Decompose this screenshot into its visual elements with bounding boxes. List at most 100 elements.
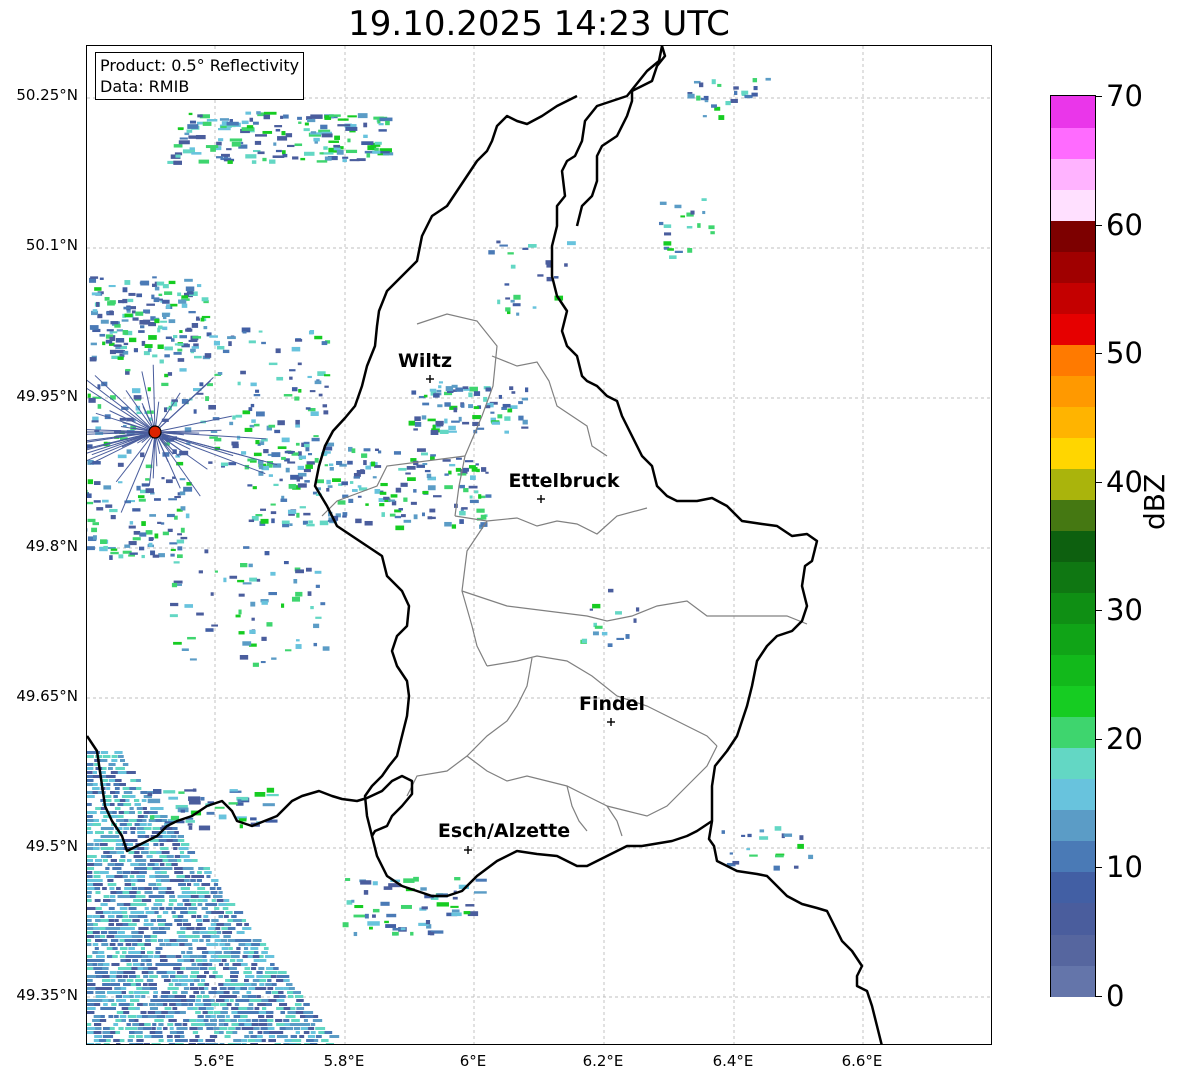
- echo-cell: [749, 854, 758, 857]
- echo-cell: [199, 875, 205, 878]
- echo-cell: [128, 907, 137, 910]
- echo-cell: [263, 947, 269, 950]
- echo-cell: [351, 899, 355, 903]
- echo-cell: [353, 476, 360, 479]
- echo-cell: [141, 521, 146, 526]
- echo-cell: [137, 831, 146, 834]
- echo-cell: [248, 1027, 254, 1030]
- echo-cell: [347, 115, 357, 118]
- echo-cell: [194, 355, 202, 359]
- echo-cell: [87, 1011, 95, 1014]
- echo-cell: [285, 1027, 294, 1030]
- echo-cell: [162, 911, 169, 914]
- echo-cell: [265, 1003, 272, 1006]
- echo-cell: [168, 498, 177, 501]
- echo-cell: [108, 767, 113, 770]
- echo-cell: [104, 296, 110, 301]
- echo-cell: [459, 510, 466, 516]
- echo-cell: [126, 1023, 131, 1026]
- echo-cell: [116, 915, 124, 918]
- echo-cell: [774, 826, 782, 831]
- echo-cell: [131, 931, 139, 934]
- echo-cell: [89, 357, 97, 362]
- echo-cell: [117, 771, 128, 774]
- echo-cell: [152, 276, 157, 279]
- echo-cell: [87, 1007, 96, 1010]
- echo-cell: [100, 751, 109, 754]
- echo-cell: [345, 126, 358, 131]
- echo-cell: [125, 959, 131, 962]
- echo-cell: [275, 128, 281, 132]
- echo-cell: [133, 349, 138, 353]
- echo-cell: [87, 967, 94, 970]
- echo-cell: [313, 1039, 319, 1042]
- echo-cell: [95, 991, 106, 994]
- echo-cell: [227, 160, 233, 164]
- echo-cell: [197, 114, 203, 118]
- echo-cell: [197, 1015, 204, 1018]
- echo-cell: [190, 971, 200, 974]
- echo-cell: [122, 995, 131, 998]
- echo-cell: [247, 995, 257, 998]
- echo-cell: [473, 391, 481, 396]
- echo-cell: [468, 485, 478, 489]
- echo-cell: [94, 1023, 102, 1026]
- echo-cell: [169, 614, 178, 618]
- echo-cell: [93, 863, 103, 866]
- echo-cell: [696, 95, 701, 101]
- echo-cell: [165, 336, 172, 340]
- echo-cell: [179, 1011, 186, 1014]
- echo-cell: [211, 1043, 219, 1044]
- echo-cell: [283, 561, 289, 565]
- echo-cell: [168, 280, 176, 285]
- echo-cell: [134, 851, 140, 854]
- echo-cell: [711, 79, 716, 85]
- echo-cell: [711, 104, 717, 108]
- y-tick-label: 50.1°N: [25, 236, 78, 254]
- echo-cell: [144, 1023, 151, 1026]
- echo-cell: [309, 330, 315, 335]
- echo-cell: [87, 875, 93, 878]
- echo-cell: [305, 567, 312, 572]
- echo-cell: [174, 919, 182, 922]
- echo-cell: [432, 424, 436, 429]
- echo-cell: [164, 923, 173, 926]
- echo-cell: [348, 498, 354, 503]
- echo-cell: [421, 906, 428, 910]
- echo-cell: [216, 991, 225, 994]
- echo-cell: [455, 467, 462, 472]
- echo-cell: [488, 250, 495, 255]
- echo-cell: [102, 1031, 111, 1034]
- echo-cell: [168, 1019, 177, 1022]
- echo-cell: [163, 407, 168, 413]
- echo-cell: [184, 278, 193, 282]
- echo-cell: [168, 995, 175, 998]
- echo-cell: [244, 979, 249, 982]
- echo-cell: [249, 117, 254, 122]
- echo-cell: [173, 334, 178, 339]
- echo-cell: [108, 919, 114, 922]
- echo-cell: [659, 201, 667, 205]
- echo-cell: [119, 947, 128, 950]
- echo-cell: [114, 863, 124, 866]
- echo-cell: [154, 911, 159, 914]
- echo-cell: [247, 1007, 254, 1010]
- echo-cell: [448, 430, 457, 433]
- echo-cell: [200, 927, 206, 930]
- echo-cell: [155, 947, 163, 950]
- echo-cell: [156, 851, 162, 854]
- echo-cell: [102, 887, 107, 890]
- echo-cell: [505, 297, 511, 300]
- echo-cell: [168, 796, 179, 800]
- echo-cell: [92, 963, 98, 966]
- echo-cell: [521, 426, 529, 429]
- echo-cell: [468, 392, 473, 398]
- echo-cell: [303, 512, 311, 516]
- echo-cell: [191, 903, 197, 906]
- echo-cell: [105, 504, 113, 508]
- echo-cell: [289, 1023, 296, 1026]
- echo-cell: [159, 863, 165, 866]
- echo-cell: [252, 121, 259, 125]
- echo-cell: [263, 1031, 270, 1034]
- echo-cell: [123, 975, 128, 978]
